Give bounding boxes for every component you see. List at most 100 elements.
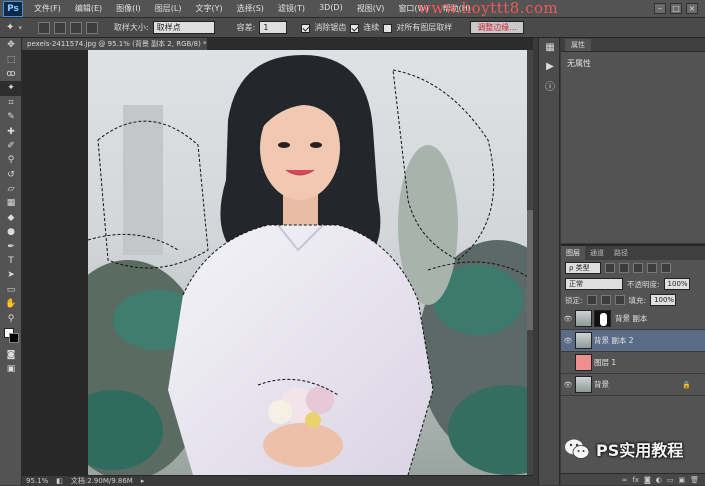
new-group-icon[interactable]: ▭ [667, 476, 674, 484]
maximize-button[interactable]: □ [670, 3, 682, 14]
layer-name[interactable]: 图层 1 [594, 357, 616, 368]
visibility-eye-icon[interactable]: 👁 [561, 315, 575, 323]
new-layer-icon[interactable]: ▣ [678, 476, 685, 484]
layer-row[interactable]: 👁 背景 🔒 [561, 374, 705, 396]
clone-stamp-icon[interactable]: ⚲ [0, 153, 22, 167]
marquee-tool-icon[interactable]: ⬚ [0, 52, 22, 66]
actions-panel-icon[interactable]: ▶ [539, 57, 561, 76]
filter-shape-icon[interactable] [647, 263, 657, 273]
document-image[interactable] [88, 50, 533, 475]
magic-wand-tool-icon[interactable]: ✦ [0, 81, 22, 96]
minimize-button[interactable]: – [654, 3, 666, 14]
fill-input[interactable]: 100% [650, 294, 677, 306]
document-size: 文档:2.90M/9.86M [70, 476, 133, 485]
filter-smart-icon[interactable] [661, 263, 671, 273]
menu-item[interactable]: 滤镜(T) [271, 3, 312, 14]
blend-mode-select[interactable]: 正常 [565, 278, 623, 290]
sample-all-layers-checkbox[interactable] [383, 24, 393, 33]
tab-paths[interactable]: 路径 [609, 246, 633, 260]
sample-all-layers-label: 对所有图层取样 [396, 23, 453, 32]
tab-channels[interactable]: 通道 [585, 246, 609, 260]
status-menu-chevron-icon[interactable]: ▸ [141, 477, 145, 485]
zoom-tool-icon[interactable]: ⚲ [0, 311, 22, 325]
menu-item[interactable]: 文件(F) [27, 3, 68, 14]
antialias-checkbox[interactable] [301, 24, 311, 33]
menu-item[interactable]: 3D(D) [312, 3, 350, 14]
opacity-input[interactable]: 100% [663, 278, 690, 290]
visibility-eye-icon[interactable]: 👁 [561, 381, 575, 389]
shape-tool-icon[interactable]: ▭ [0, 283, 22, 297]
layer-thumbnail[interactable] [575, 354, 592, 371]
hand-tool-icon[interactable]: ✋ [0, 297, 22, 311]
healing-brush-icon[interactable]: ✚ [0, 124, 22, 138]
crop-tool-icon[interactable]: ⌗ [0, 96, 22, 110]
vertical-scrollbar[interactable] [527, 50, 533, 475]
layer-thumbnail[interactable] [575, 332, 592, 349]
close-button[interactable]: × [686, 3, 698, 14]
layer-row[interactable]: 👁 背景 副本 2 [561, 330, 705, 352]
subtract-selection-icon[interactable] [69, 21, 82, 34]
layer-name[interactable]: 背景 副本 [615, 313, 647, 324]
screen-mode-icon[interactable]: ▣ [0, 362, 22, 376]
dodge-tool-icon[interactable]: ● [0, 225, 22, 239]
menu-item[interactable]: 图层(L) [148, 3, 189, 14]
add-selection-icon[interactable] [53, 21, 66, 34]
zoom-level[interactable]: 95.1% [26, 477, 48, 485]
type-tool-icon[interactable]: T [0, 254, 22, 268]
sample-size-select[interactable]: 取样点 [152, 21, 215, 34]
menu-item[interactable]: 编辑(E) [68, 3, 109, 14]
filter-adjust-icon[interactable] [619, 263, 629, 273]
tab-layers[interactable]: 图层 [561, 246, 585, 260]
history-panel-icon[interactable]: ▦ [539, 38, 561, 57]
document-tab[interactable]: pexels-2411574.jpg @ 95.1% (背景 副本 2, RGB… [22, 38, 207, 50]
lock-pixels-icon[interactable] [586, 295, 597, 305]
visibility-eye-icon[interactable]: 👁 [561, 337, 575, 345]
layer-mask-thumbnail[interactable] [594, 310, 611, 327]
tolerance-input[interactable]: 1 [259, 21, 288, 34]
new-selection-icon[interactable] [37, 21, 50, 34]
eyedropper-tool-icon[interactable]: ✎ [0, 110, 22, 124]
blur-tool-icon[interactable]: ◆ [0, 211, 22, 225]
filter-kind-select[interactable]: ρ 类型 [565, 262, 601, 274]
refine-edge-button[interactable]: 调整边缘... [470, 21, 524, 34]
lasso-tool-icon[interactable]: ꝏ [0, 67, 22, 81]
path-selection-icon[interactable]: ➤ [0, 268, 22, 282]
quick-mask-icon[interactable]: ◙ [0, 348, 22, 362]
menu-item[interactable]: 图像(I) [109, 3, 148, 14]
add-mask-icon[interactable]: ◙ [644, 476, 651, 484]
intersect-selection-icon[interactable] [85, 21, 98, 34]
layer-name[interactable]: 背景 副本 2 [594, 335, 634, 346]
info-panel-icon[interactable]: ⓘ [539, 76, 561, 95]
menu-item[interactable]: 选择(S) [230, 3, 271, 14]
document-tab-bar: pexels-2411574.jpg @ 95.1% (背景 副本 2, RGB… [22, 38, 533, 50]
contiguous-checkbox[interactable] [350, 24, 360, 33]
filter-pixel-icon[interactable] [605, 263, 615, 273]
filter-type-icon[interactable] [633, 263, 643, 273]
export-icon[interactable]: ◧ [56, 477, 63, 485]
layer-row[interactable]: 图层 1 [561, 352, 705, 374]
adjustment-layer-icon[interactable]: ◐ [656, 476, 662, 484]
lock-icon: 🔒 [682, 380, 691, 389]
lock-position-icon[interactable] [600, 295, 611, 305]
lock-all-icon[interactable] [614, 295, 625, 305]
eraser-tool-icon[interactable]: ▱ [0, 182, 22, 196]
tab-properties[interactable]: 属性 [565, 39, 591, 51]
layer-style-icon[interactable]: fx [632, 476, 639, 484]
pen-tool-icon[interactable]: ✒ [0, 239, 22, 253]
move-tool-icon[interactable]: ✥ [0, 38, 22, 52]
scrollbar-thumb[interactable] [527, 210, 533, 330]
magic-wand-icon[interactable]: ✦ [6, 22, 14, 33]
layer-thumbnail[interactable] [575, 310, 592, 327]
link-layers-icon[interactable]: ∞ [622, 476, 628, 484]
layer-name[interactable]: 背景 [594, 379, 609, 390]
brush-tool-icon[interactable]: ✐ [0, 139, 22, 153]
menu-item[interactable]: 视图(V) [350, 3, 392, 14]
gradient-tool-icon[interactable]: ▦ [0, 196, 22, 210]
color-swatches-icon[interactable] [0, 326, 22, 348]
delete-layer-icon[interactable]: 🗑 [690, 476, 699, 484]
layer-thumbnail[interactable] [575, 376, 592, 393]
history-brush-icon[interactable]: ↺ [0, 168, 22, 182]
layer-row[interactable]: 👁 背景 副本 [561, 308, 705, 330]
menu-item[interactable]: 文字(Y) [188, 3, 229, 14]
tool-preset-chevron-icon[interactable]: ▾ [18, 24, 22, 32]
